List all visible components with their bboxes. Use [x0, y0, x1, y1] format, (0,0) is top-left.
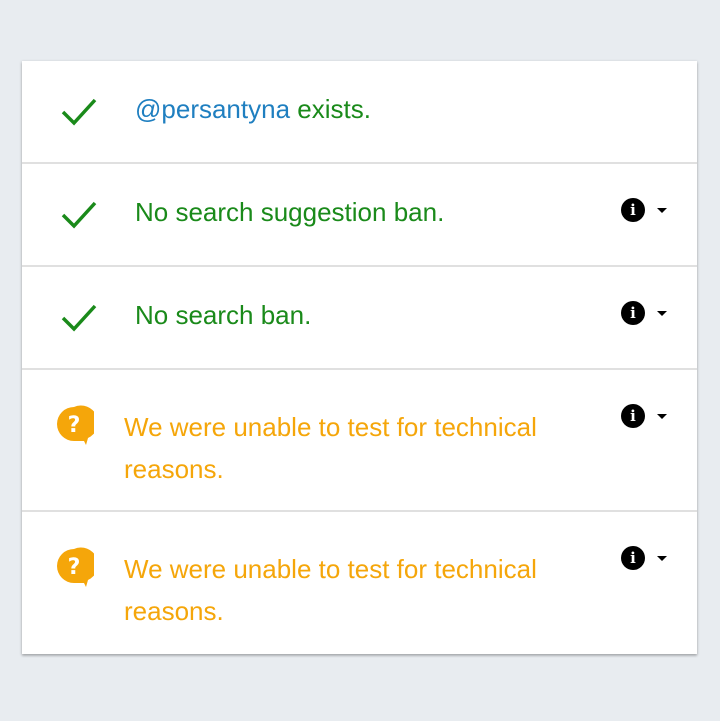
result-actions: i [621, 546, 667, 570]
checkmark-icon [61, 98, 97, 126]
result-actions: i [621, 301, 667, 325]
result-text: exists. [290, 94, 371, 124]
result-row-unknown-1: ? We were unable to test for technical r… [22, 370, 697, 512]
checkmark-icon [61, 304, 97, 332]
question-bubble-icon: ? [57, 547, 94, 587]
info-icon[interactable]: i [621, 301, 645, 325]
result-message: We were unable to test for technical rea… [124, 412, 537, 484]
result-message: No search ban. [135, 300, 312, 330]
result-message: We were unable to test for technical rea… [124, 554, 537, 626]
result-row-unknown-2: ? We were unable to test for technical r… [22, 512, 697, 654]
chevron-down-icon[interactable] [657, 207, 667, 213]
result-row-account-exists: @persantyna exists. [22, 61, 697, 164]
info-icon[interactable]: i [621, 198, 645, 222]
result-row-search-suggestion-ban: No search suggestion ban. i [22, 164, 697, 267]
question-bubble-icon: ? [57, 405, 94, 445]
svg-text:?: ? [68, 413, 81, 438]
result-actions: i [621, 404, 667, 428]
result-message: @persantyna exists. [135, 88, 371, 130]
chevron-down-icon[interactable] [657, 310, 667, 316]
results-card: @persantyna exists. No search suggestion… [22, 61, 697, 654]
svg-text:?: ? [68, 555, 81, 580]
result-row-search-ban: No search ban. i [22, 267, 697, 370]
info-icon[interactable]: i [621, 546, 645, 570]
result-actions: i [621, 198, 667, 222]
info-icon[interactable]: i [621, 404, 645, 428]
chevron-down-icon[interactable] [657, 555, 667, 561]
chevron-down-icon[interactable] [657, 413, 667, 419]
result-message: No search suggestion ban. [135, 197, 445, 227]
username-link[interactable]: @persantyna [135, 94, 290, 124]
checkmark-icon [61, 201, 97, 229]
